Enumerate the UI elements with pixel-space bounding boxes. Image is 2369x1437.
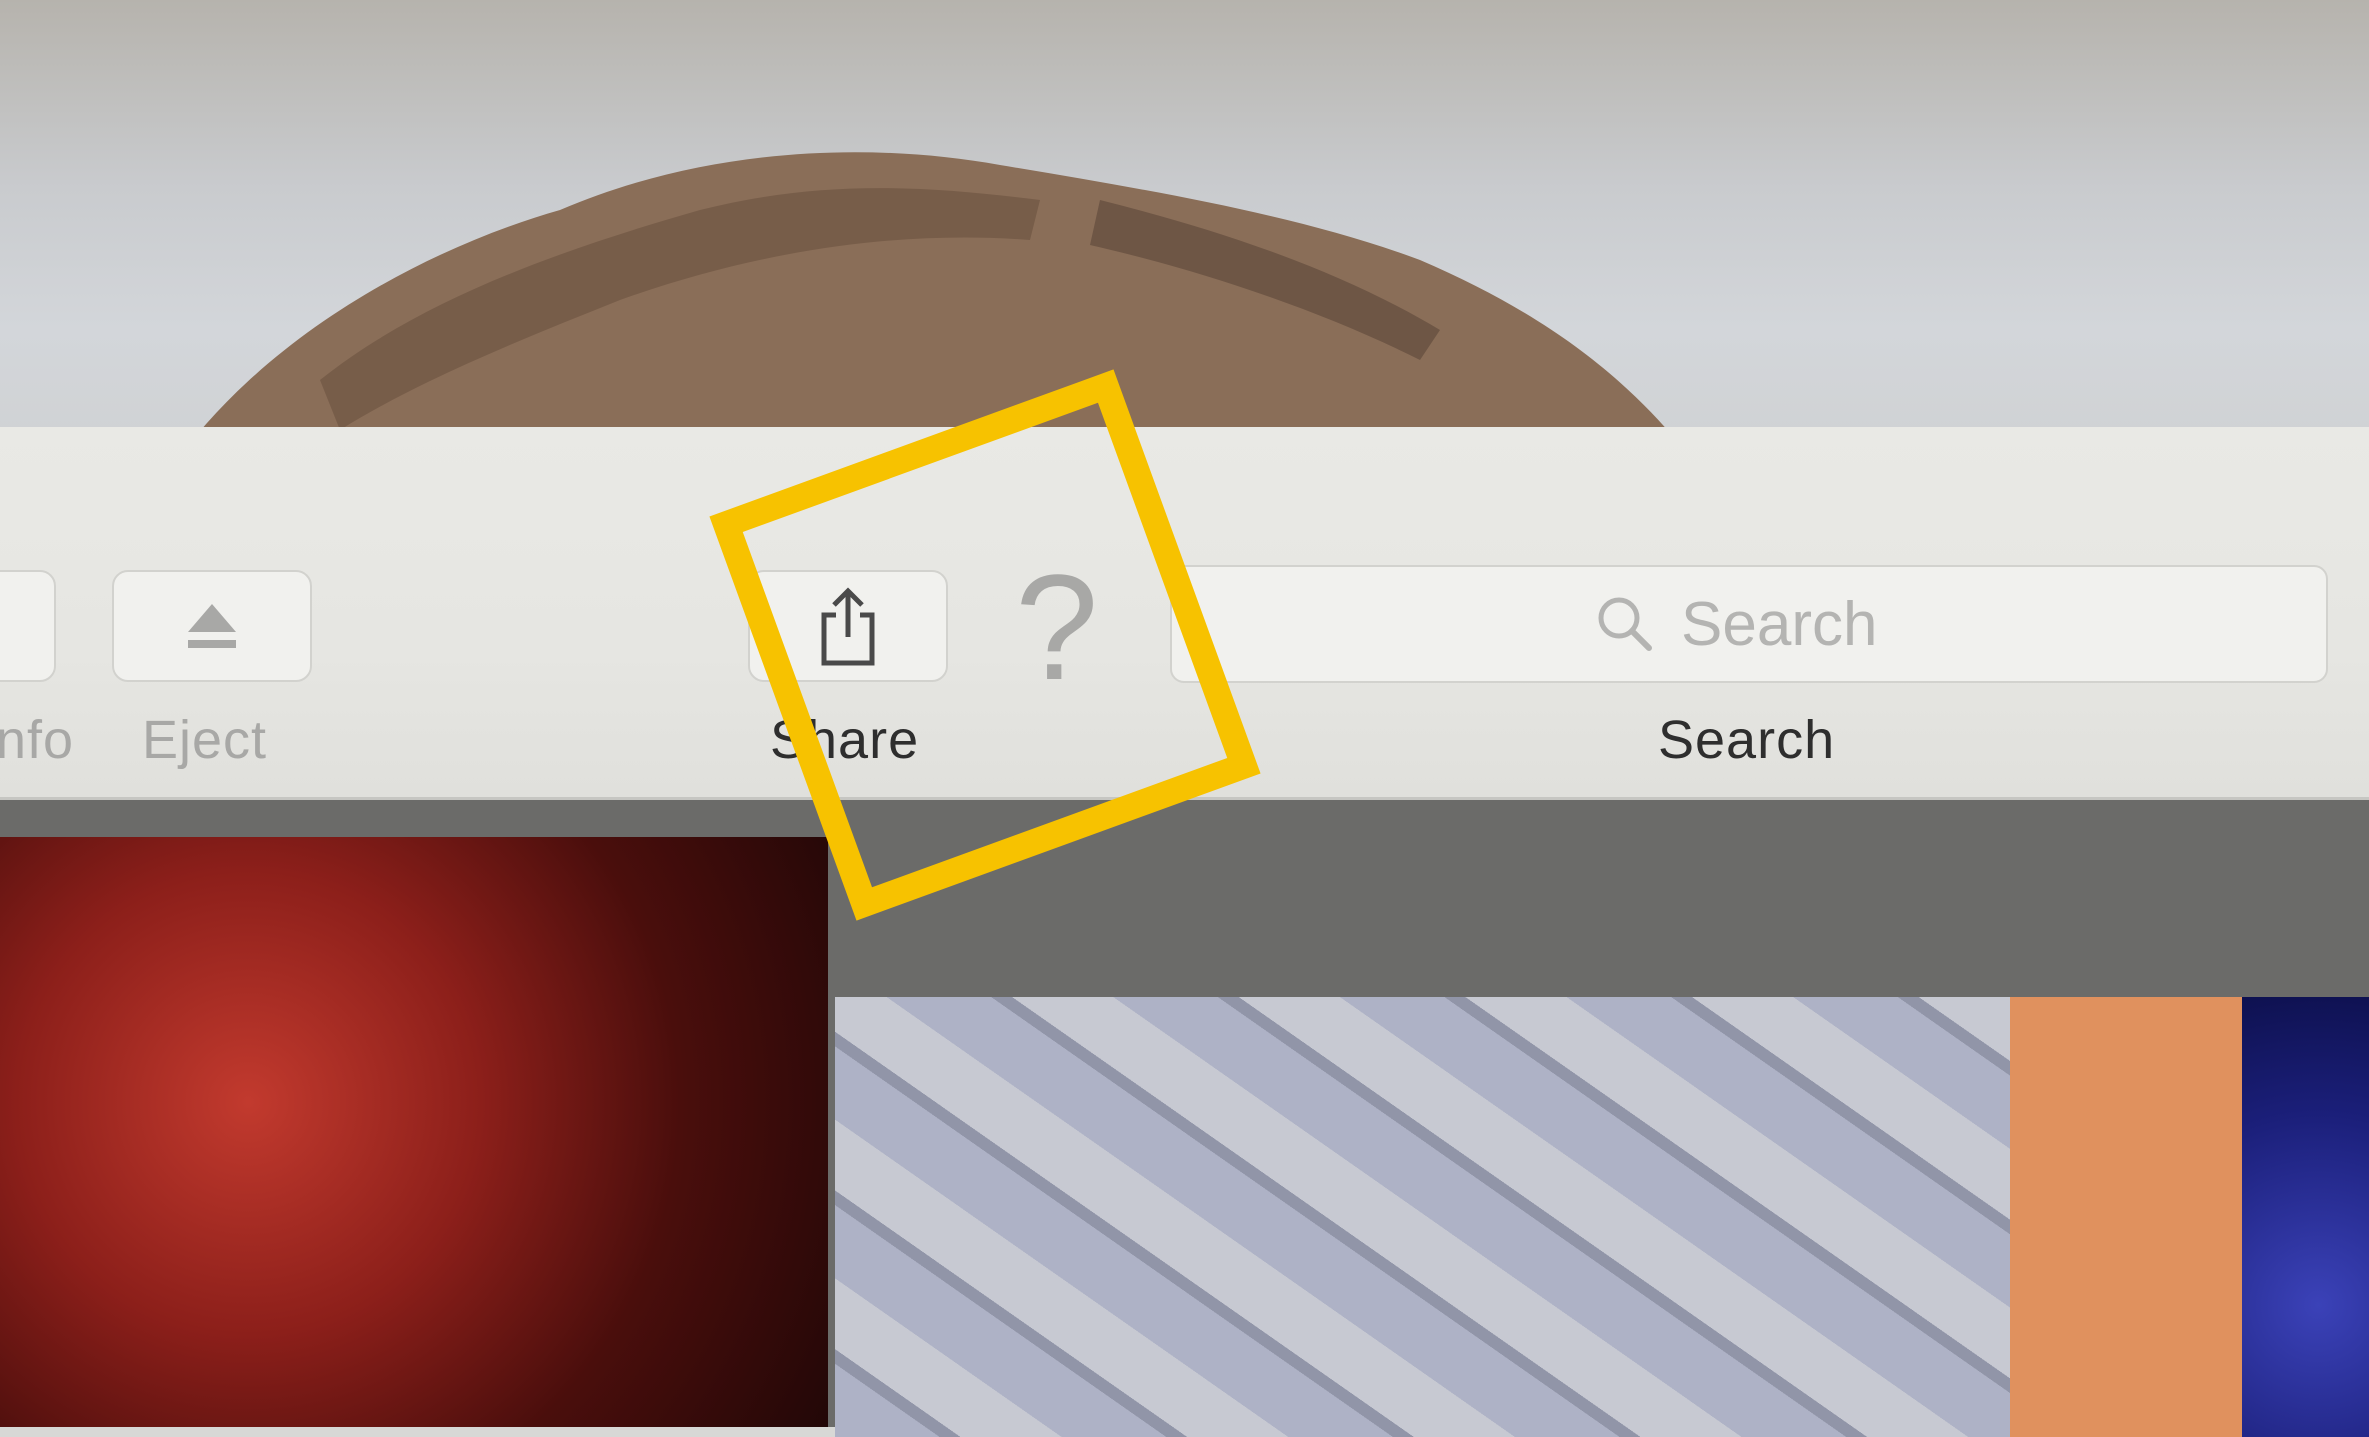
eject-icon <box>188 604 236 648</box>
magnifier-icon <box>1598 597 1652 651</box>
share-button[interactable] <box>748 570 948 682</box>
thumbnail-map[interactable] <box>835 997 2010 1437</box>
share-icon <box>821 587 875 666</box>
help-icon[interactable]: ? <box>1015 552 1098 702</box>
search-input[interactable] <box>1679 587 1903 661</box>
finder-window: nfo Eject Share ? Search <box>0 427 2369 1437</box>
eject-label: Eject <box>142 710 268 770</box>
search-field[interactable] <box>1170 565 2328 683</box>
thumbnail-red-nebula[interactable] <box>0 837 828 1427</box>
wallpaper-mountain <box>170 152 1700 470</box>
get-info-button[interactable] <box>0 570 56 682</box>
share-label: Share <box>770 710 920 770</box>
window-toolbar: nfo Eject Share ? Search <box>0 427 2369 800</box>
eject-button[interactable] <box>112 570 312 682</box>
file-browser-content <box>0 837 2369 1437</box>
thumbnail-orange[interactable] <box>2010 997 2242 1437</box>
get-info-label: nfo <box>0 710 75 770</box>
thumbnail-blue[interactable] <box>2242 997 2369 1437</box>
search-label: Search <box>1658 710 1836 770</box>
